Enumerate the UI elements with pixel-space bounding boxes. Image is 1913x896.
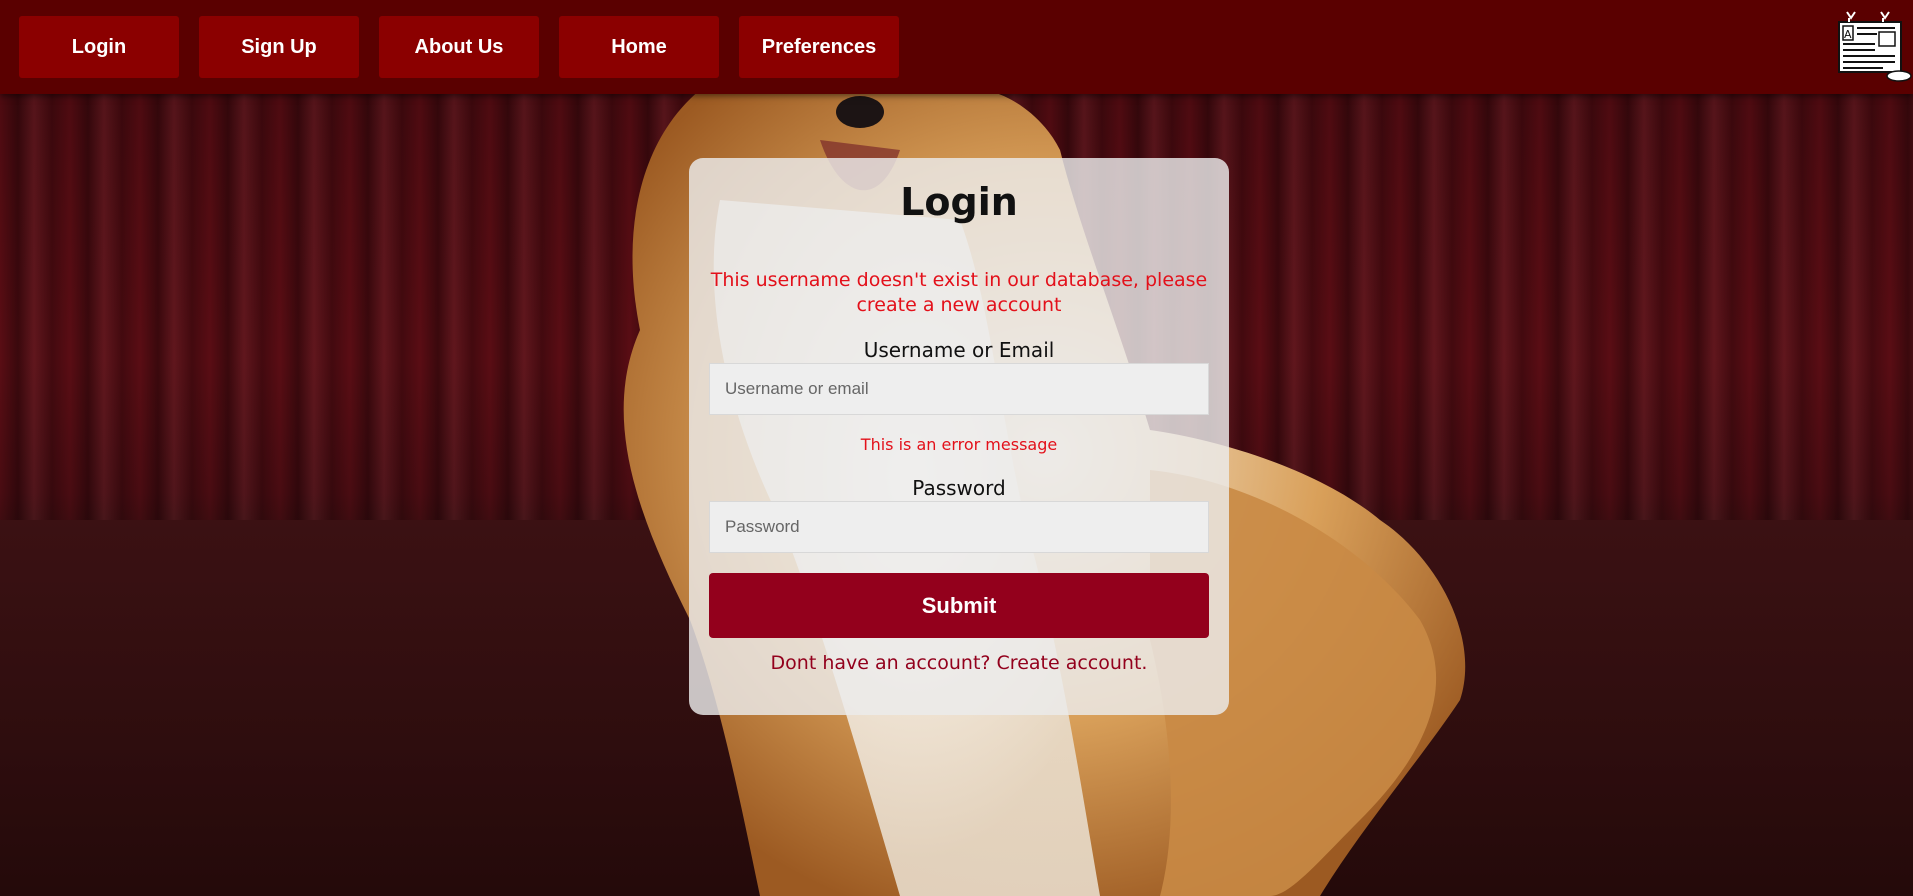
create-account-link[interactable]: Dont have an account? Create account. [689,652,1229,674]
username-error-message: This is an error message [860,435,1058,454]
nav-preferences-button[interactable]: Preferences [739,16,899,78]
nav-login-button[interactable]: Login [19,16,179,78]
password-input[interactable] [709,501,1209,553]
svg-text:A: A [1844,28,1852,41]
username-label: Username or Email [863,338,1055,362]
login-card: Login This username doesn't exist in our… [689,158,1229,715]
submit-button[interactable]: Submit [709,573,1209,638]
error-banner: This username doesn't exist in our datab… [710,269,1208,316]
top-navbar: Login Sign Up About Us Home Preferences … [0,0,1913,94]
nav-signup-button[interactable]: Sign Up [199,16,359,78]
nav-home-button[interactable]: Home [559,16,719,78]
login-title: Login [900,180,1018,224]
username-input[interactable] [709,363,1209,415]
nav-about-us-button[interactable]: About Us [379,16,539,78]
password-label: Password [912,476,1006,500]
newspaper-logo-icon[interactable]: A [1833,8,1913,84]
